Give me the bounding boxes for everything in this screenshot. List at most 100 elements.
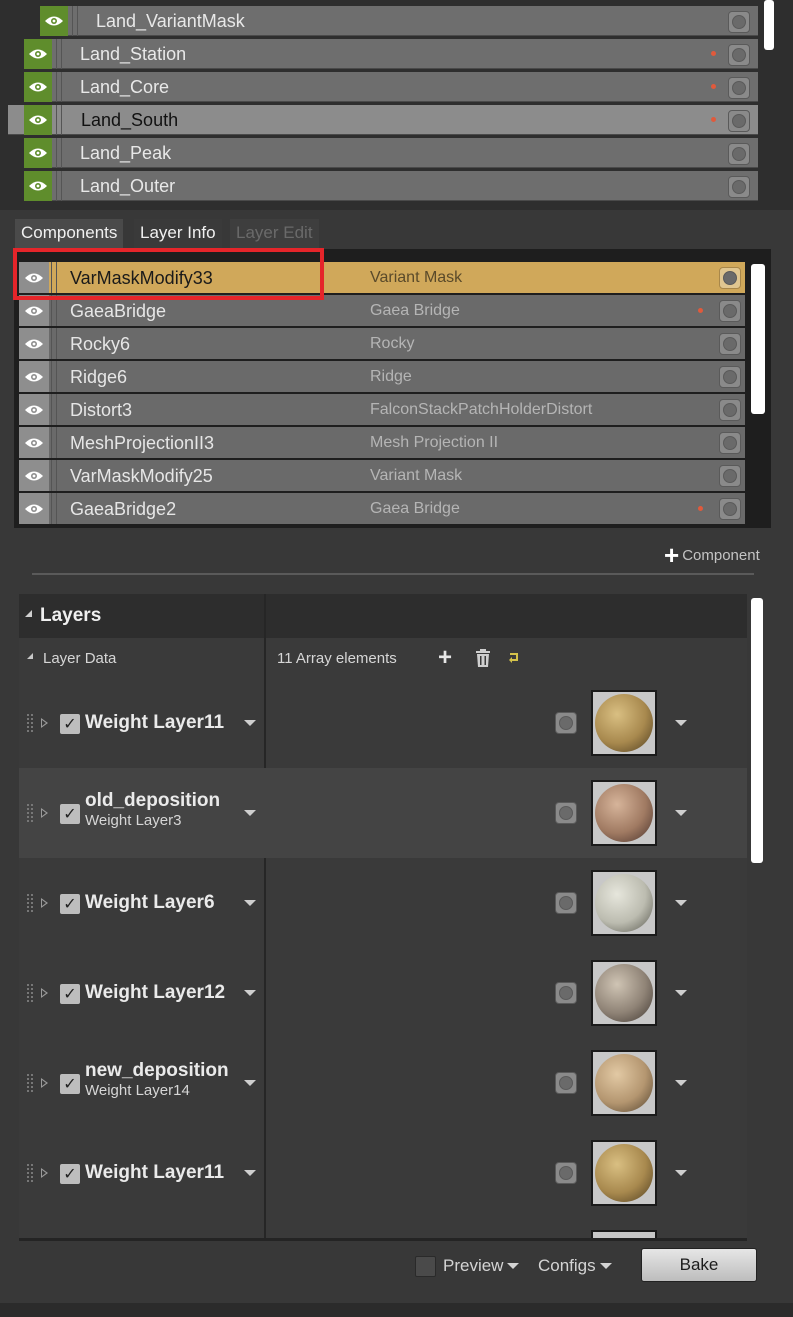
drag-handle-icon[interactable] (27, 1164, 35, 1182)
material-thumbnail[interactable] (591, 870, 657, 936)
material-thumbnail[interactable] (591, 1050, 657, 1116)
component-row[interactable]: Ridge6 Ridge (19, 361, 745, 392)
configs-dropdown[interactable]: Configs (538, 1256, 612, 1276)
state-circle-icon[interactable] (728, 77, 750, 99)
land-row[interactable]: Land_Station (24, 39, 758, 69)
layer-dropdown-icon[interactable] (244, 1170, 256, 1176)
state-circle-icon[interactable] (555, 1072, 577, 1094)
reset-arrow-icon[interactable] (508, 651, 520, 669)
add-element-plus-icon[interactable]: + (438, 644, 452, 672)
layer-dropdown-icon[interactable] (244, 990, 256, 996)
layer-row[interactable]: ✓ Weight Layer11 (19, 1128, 747, 1218)
add-component-button[interactable]: + Component (664, 542, 760, 568)
state-circle-icon[interactable] (728, 11, 750, 33)
component-row[interactable]: Rocky6 Rocky (19, 328, 745, 359)
visibility-eye-icon[interactable] (24, 105, 52, 135)
layer-dropdown-icon[interactable] (244, 720, 256, 726)
state-circle-icon[interactable] (719, 267, 741, 289)
land-row-selected[interactable]: Land_South (8, 105, 758, 135)
preview-dropdown[interactable]: Preview (443, 1256, 520, 1276)
state-circle-icon[interactable] (555, 712, 577, 734)
component-row[interactable]: GaeaBridge2 Gaea Bridge (19, 493, 745, 524)
component-row[interactable]: MeshProjectionII3 Mesh Projection II (19, 427, 745, 458)
material-dropdown-icon[interactable] (675, 1170, 687, 1176)
material-dropdown-icon[interactable] (675, 1080, 687, 1086)
state-circle-icon[interactable] (719, 300, 741, 322)
drag-handle-icon[interactable] (27, 804, 35, 822)
collapse-arrow-icon[interactable] (27, 653, 33, 659)
state-circle-icon[interactable] (555, 1162, 577, 1184)
visibility-eye-icon[interactable] (24, 72, 52, 102)
state-circle-icon[interactable] (719, 465, 741, 487)
drag-handle-icon[interactable] (27, 714, 35, 732)
layer-row[interactable]: ✓ Weight Layer11 (19, 678, 747, 768)
visibility-eye-icon[interactable] (19, 427, 49, 458)
layer-checkbox[interactable]: ✓ (60, 1074, 80, 1094)
layer-row[interactable]: ✓ Weight Layer6 (19, 858, 747, 948)
layers-scrollbar[interactable] (751, 598, 763, 863)
material-thumbnail[interactable] (591, 1140, 657, 1206)
visibility-eye-icon[interactable] (24, 171, 52, 201)
state-circle-icon[interactable] (719, 432, 741, 454)
land-row[interactable]: Land_Outer (24, 171, 758, 201)
layers-header[interactable]: Layers (19, 594, 747, 638)
state-circle-icon[interactable] (728, 143, 750, 165)
expand-arrow-icon[interactable] (41, 988, 48, 998)
drag-handle-icon[interactable] (27, 1074, 35, 1092)
layer-checkbox[interactable]: ✓ (60, 804, 80, 824)
layer-dropdown-icon[interactable] (244, 1080, 256, 1086)
state-circle-icon[interactable] (555, 802, 577, 824)
layer-row[interactable]: ✓ new_deposition Weight Layer14 (19, 1038, 747, 1128)
state-circle-icon[interactable] (719, 498, 741, 520)
visibility-eye-icon[interactable] (19, 394, 49, 425)
tab-components[interactable]: Components (15, 219, 124, 249)
material-thumbnail[interactable] (591, 960, 657, 1026)
drag-handle-icon[interactable] (27, 984, 35, 1002)
bake-button[interactable]: Bake (641, 1248, 757, 1282)
land-row[interactable]: Land_Peak (24, 138, 758, 168)
layer-checkbox[interactable]: ✓ (60, 984, 80, 1004)
expand-arrow-icon[interactable] (41, 1168, 48, 1178)
expand-arrow-icon[interactable] (41, 808, 48, 818)
land-row[interactable]: Land_Core (24, 72, 758, 102)
layer-dropdown-icon[interactable] (244, 900, 256, 906)
state-circle-icon[interactable] (728, 176, 750, 198)
layer-checkbox[interactable]: ✓ (60, 714, 80, 734)
expand-arrow-icon[interactable] (41, 1078, 48, 1088)
components-scrollbar[interactable] (751, 264, 765, 414)
visibility-eye-icon[interactable] (19, 493, 49, 524)
land-list-scrollbar[interactable] (764, 0, 774, 50)
delete-trash-icon[interactable] (475, 649, 491, 672)
material-thumbnail[interactable] (591, 780, 657, 846)
visibility-eye-icon[interactable] (19, 460, 49, 491)
component-row[interactable]: Distort3 FalconStackPatchHolderDistort (19, 394, 745, 425)
material-thumbnail[interactable] (591, 690, 657, 756)
material-dropdown-icon[interactable] (675, 900, 687, 906)
layer-row[interactable]: ✓ Weight Layer12 (19, 948, 747, 1038)
tab-layer-info[interactable]: Layer Info (134, 219, 222, 249)
preview-checkbox[interactable] (415, 1256, 436, 1277)
visibility-eye-icon[interactable] (24, 39, 52, 69)
state-circle-icon[interactable] (728, 110, 750, 132)
visibility-eye-icon[interactable] (19, 361, 49, 392)
expand-arrow-icon[interactable] (41, 898, 48, 908)
state-circle-icon[interactable] (719, 366, 741, 388)
expand-arrow-icon[interactable] (41, 718, 48, 728)
visibility-eye-icon[interactable] (19, 328, 49, 359)
layer-checkbox[interactable]: ✓ (60, 894, 80, 914)
state-circle-icon[interactable] (555, 982, 577, 1004)
layer-row[interactable]: ✓ old_deposition Weight Layer3 (19, 768, 747, 858)
state-circle-icon[interactable] (719, 399, 741, 421)
material-dropdown-icon[interactable] (675, 720, 687, 726)
component-row[interactable]: VarMaskModify25 Variant Mask (19, 460, 745, 491)
material-dropdown-icon[interactable] (675, 990, 687, 996)
layer-checkbox[interactable]: ✓ (60, 1164, 80, 1184)
land-row[interactable]: Land_VariantMask (40, 6, 758, 36)
material-dropdown-icon[interactable] (675, 810, 687, 816)
state-circle-icon[interactable] (719, 333, 741, 355)
layer-dropdown-icon[interactable] (244, 810, 256, 816)
visibility-eye-icon[interactable] (40, 6, 68, 36)
state-circle-icon[interactable] (555, 892, 577, 914)
visibility-eye-icon[interactable] (24, 138, 52, 168)
drag-handle-icon[interactable] (27, 894, 35, 912)
